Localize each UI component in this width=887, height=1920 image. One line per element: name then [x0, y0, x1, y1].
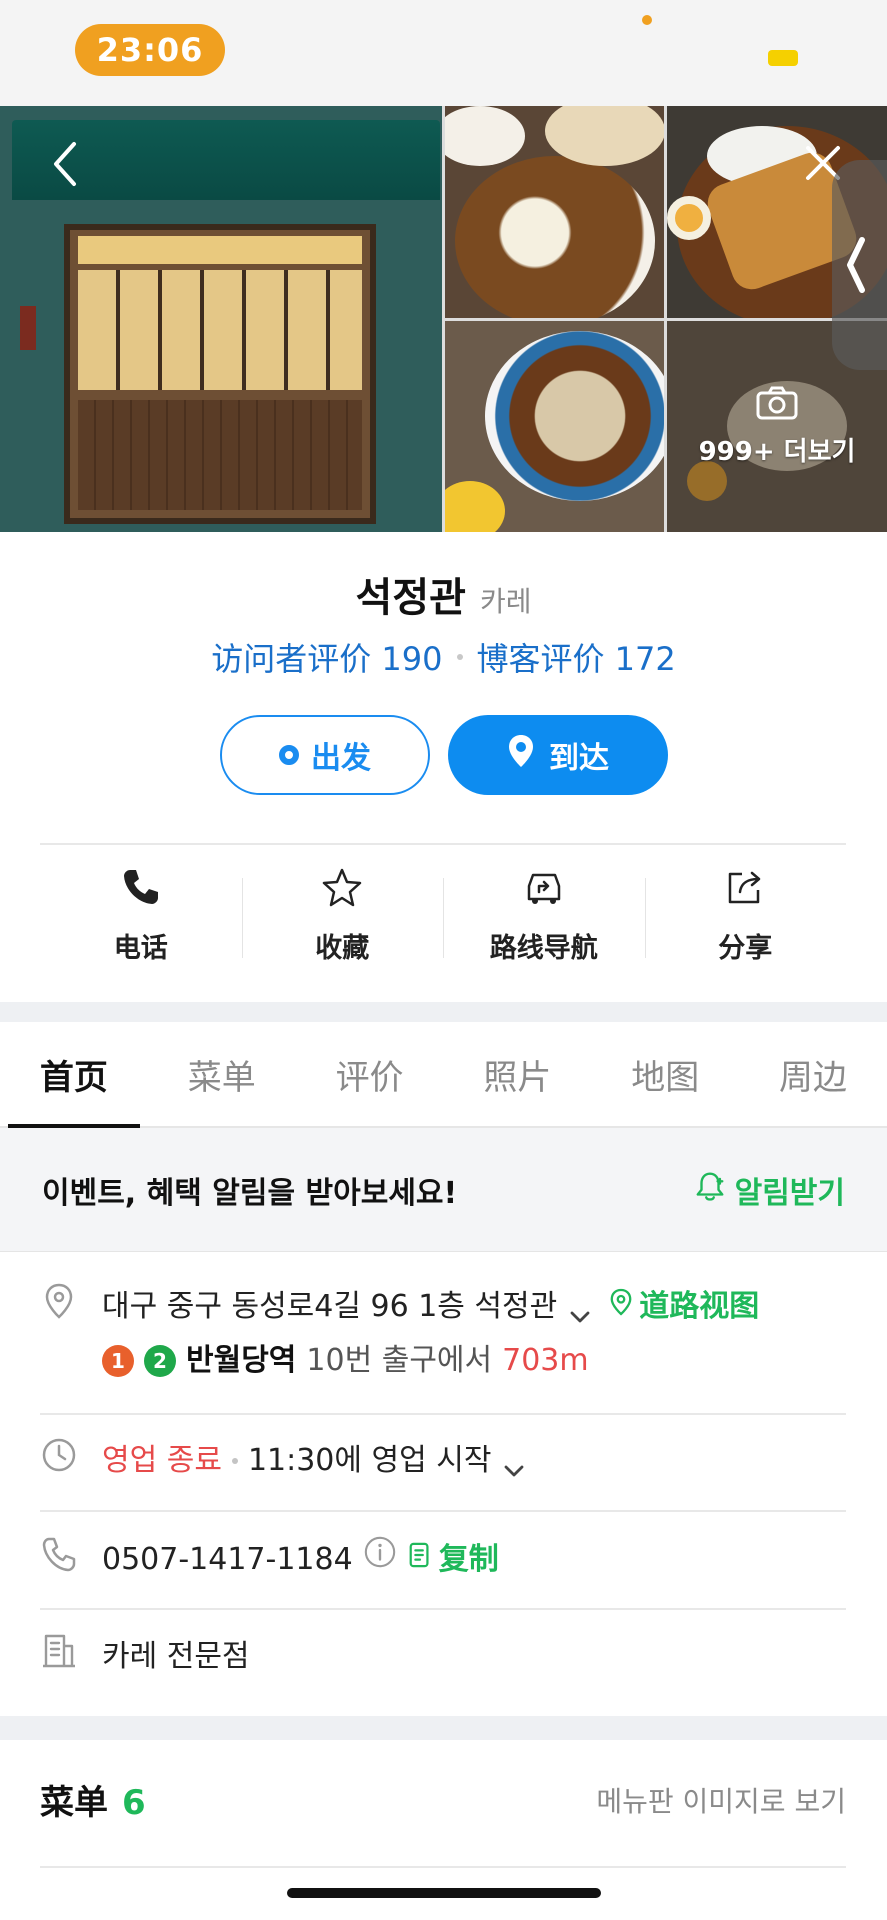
clock-icon	[40, 1436, 78, 1474]
divider	[40, 843, 846, 845]
subway-line-badge: 1	[102, 1345, 134, 1377]
share-icon	[724, 866, 766, 912]
street-view-button[interactable]: 道路视图	[609, 1280, 759, 1334]
info-icon[interactable]	[363, 1533, 397, 1587]
section-gap	[0, 1716, 887, 1740]
tab-home[interactable]: 首页	[0, 1022, 148, 1128]
status-bar: 23:06	[0, 0, 887, 106]
side-panel-handle[interactable]	[832, 160, 887, 370]
review-summary: 访问者评价 190 博客评价 172	[0, 634, 887, 680]
more-photos-button[interactable]: 999+ 더보기	[667, 385, 887, 468]
subway-line-badge: 2	[144, 1345, 176, 1377]
tab-photos[interactable]: 照片	[443, 1022, 591, 1126]
depart-label: 出发	[311, 741, 371, 776]
place-title: 석정관 카레	[0, 565, 887, 623]
opening-time: 11:30에 영업 시작	[247, 1443, 492, 1478]
menu-image-link[interactable]: 메뉴판 이미지로 보기	[596, 1780, 846, 1820]
place-name: 석정관	[355, 575, 466, 621]
share-label: 分享	[718, 932, 773, 964]
tab-menu[interactable]: 菜单	[148, 1022, 296, 1126]
phone-row: 0507-1417-1184 复制	[40, 1533, 846, 1587]
home-indicator	[287, 1888, 601, 1898]
tab-reviews[interactable]: 评价	[296, 1022, 444, 1126]
hours-row[interactable]: 영업 종료 11:30에 영업 시작	[40, 1434, 846, 1488]
navigation-button[interactable]: 路线导航	[443, 860, 645, 970]
address-text[interactable]: 대구 중구 동성로4길 96 1층 석정관	[102, 1280, 557, 1334]
bell-icon	[693, 1169, 727, 1211]
phone-icon	[120, 866, 162, 912]
action-bar: 电话 收藏 路线导航 分享	[40, 860, 846, 970]
building-icon	[40, 1632, 78, 1670]
share-button[interactable]: 分享	[644, 860, 847, 970]
subscribe-alerts-button[interactable]: 알림받기	[693, 1168, 845, 1212]
food-photo[interactable]	[445, 321, 664, 532]
navigation-label: 路线导航	[489, 932, 598, 964]
divider	[40, 1413, 846, 1415]
arrive-label: 到达	[549, 741, 609, 776]
save-label: 收藏	[315, 932, 370, 964]
street-view-label: 道路视图	[639, 1289, 760, 1324]
subscribe-alerts-label: 알림받기	[734, 1175, 845, 1211]
tab-bar: 首页 菜单 评价 照片 地图 周边	[0, 1022, 887, 1128]
divider	[40, 1608, 846, 1610]
event-text: 이벤트, 혜택 알림을 받아보세요!	[42, 1175, 458, 1211]
photo-gallery	[0, 106, 887, 532]
station-distance: 703m	[502, 1343, 589, 1378]
camera-icon	[755, 386, 799, 425]
blog-review-link[interactable]: 博客评价 172	[477, 634, 676, 680]
depart-button[interactable]: 出发	[220, 715, 430, 795]
business-status: 영업 종료	[102, 1443, 222, 1478]
copy-button[interactable]: 复制	[407, 1533, 499, 1587]
divider	[40, 1866, 846, 1868]
status-time: 23:06	[75, 24, 225, 76]
section-gap	[0, 1002, 887, 1022]
separator-dot	[456, 654, 463, 660]
station-name: 반월당역	[186, 1343, 297, 1378]
location-pin-icon	[40, 1282, 78, 1320]
tab-map[interactable]: 地图	[591, 1022, 739, 1126]
origin-icon	[279, 745, 299, 765]
visitor-review-link[interactable]: 访问者评价 190	[211, 634, 442, 680]
category-row: 카레 전문점	[40, 1630, 846, 1684]
food-photo[interactable]	[445, 106, 664, 318]
call-label: 电话	[113, 932, 168, 964]
arrive-button[interactable]: 到达	[448, 715, 668, 795]
chevron-down-icon[interactable]	[501, 1448, 527, 1477]
back-button[interactable]	[44, 138, 90, 190]
phone-number[interactable]: 0507-1417-1184	[102, 1533, 353, 1587]
menu-section-header: 菜单 6 메뉴판 이미지로 보기	[40, 1775, 846, 1824]
station-exit: 10번 출구에서	[306, 1343, 493, 1378]
save-button[interactable]: 收藏	[241, 860, 444, 970]
status-indicator-dot	[642, 15, 652, 25]
copy-label: 复制	[438, 1542, 499, 1577]
call-button[interactable]: 电话	[40, 860, 242, 970]
menu-title-label: 菜单	[40, 1783, 108, 1823]
address-row: 대구 중구 동성로4길 96 1층 석정관 道路视图 1 2 반월당역 10번 …	[40, 1280, 846, 1388]
more-photos-label: 999+ 더보기	[698, 437, 856, 467]
place-category: 카레	[479, 585, 532, 618]
tab-nearby[interactable]: 周边	[739, 1022, 887, 1126]
route-icon	[523, 866, 565, 912]
menu-title: 菜单 6	[40, 1775, 146, 1824]
chevron-down-icon[interactable]	[567, 1294, 593, 1323]
route-buttons: 出发 到达	[220, 715, 668, 795]
location-pin-icon	[507, 733, 535, 777]
star-icon	[321, 866, 363, 912]
menu-count: 6	[122, 1783, 146, 1823]
phone-icon	[40, 1535, 78, 1573]
category-detail: 카레 전문점	[102, 1639, 250, 1674]
battery-icon	[768, 50, 798, 66]
copy-icon	[407, 1533, 433, 1587]
event-banner: 이벤트, 혜택 알림을 받아보세요! 알림받기	[0, 1128, 887, 1252]
divider	[40, 1510, 846, 1512]
separator-dot	[231, 1458, 238, 1464]
street-view-pin-icon	[609, 1280, 633, 1334]
